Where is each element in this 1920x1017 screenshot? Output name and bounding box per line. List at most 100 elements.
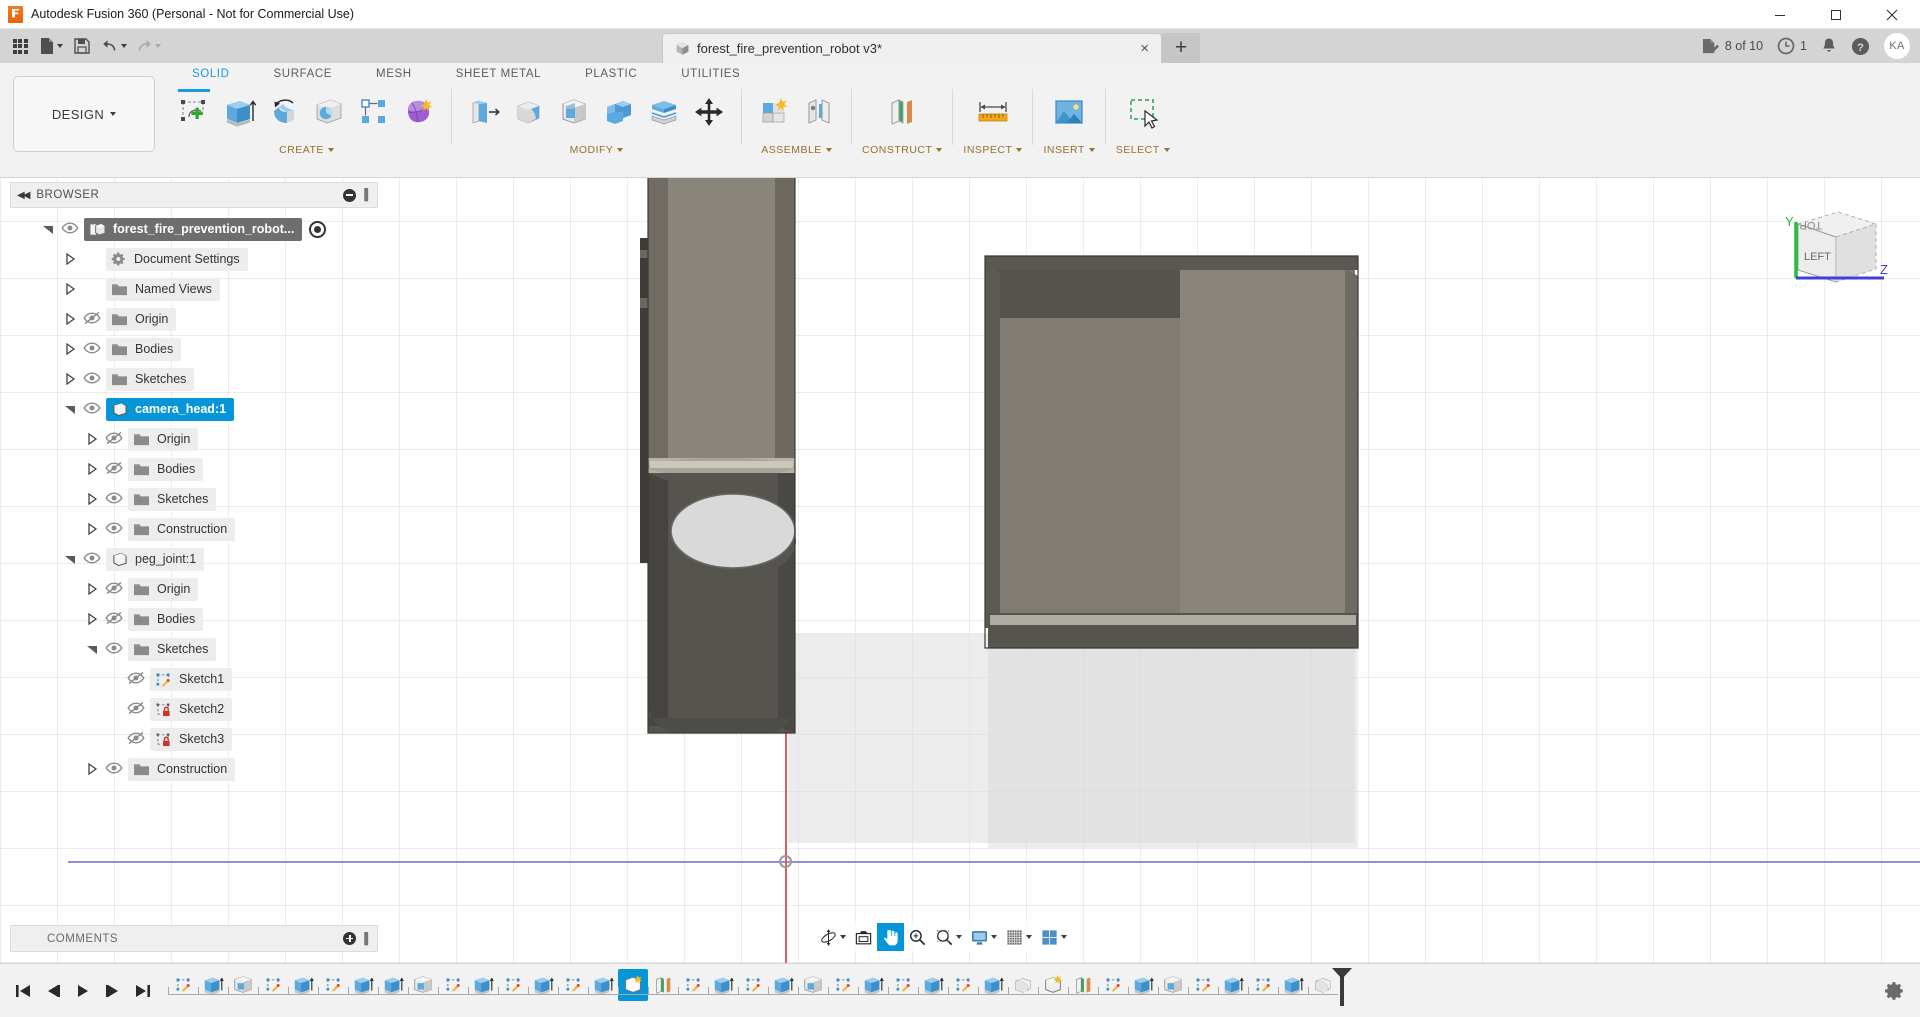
visibility-toggle[interactable] <box>122 701 150 718</box>
timeline-item[interactable] <box>1068 969 1098 1001</box>
create-sketch-icon[interactable] <box>172 89 216 143</box>
pattern-icon[interactable] <box>352 89 396 143</box>
tree-node[interactable]: Bodies <box>128 458 203 481</box>
ribbon-tab-utilities[interactable]: UTILITIES <box>659 64 762 84</box>
eye-visible-icon[interactable] <box>83 341 101 358</box>
tree-row[interactable]: Document Settings <box>10 244 378 274</box>
tree-node[interactable]: Sketches <box>106 368 194 391</box>
ribbon-panel-label-modify[interactable]: MODIFY <box>570 144 624 156</box>
tree-node[interactable]: Origin <box>128 578 198 601</box>
tree-node[interactable]: forest_fire_prevention_robot... <box>84 218 302 241</box>
tree-node[interactable]: Sketch2 <box>150 698 232 721</box>
timeline-item[interactable] <box>798 969 828 1001</box>
eye-hidden-icon[interactable] <box>105 611 123 628</box>
step-forward-icon[interactable] <box>100 976 126 1006</box>
timeline-item[interactable] <box>888 969 918 1001</box>
ribbon-tab-solid[interactable]: SOLID <box>170 64 252 84</box>
ribbon-tab-sheet-metal[interactable]: SHEET METAL <box>434 64 563 84</box>
combine-icon[interactable] <box>597 89 641 143</box>
ribbon-panel-label-assemble[interactable]: ASSEMBLE <box>761 144 832 156</box>
ribbon-tab-surface[interactable]: SURFACE <box>252 64 355 84</box>
timeline-item[interactable] <box>408 969 438 1001</box>
expand-arrow-icon[interactable] <box>84 484 100 514</box>
tree-row[interactable]: Sketches <box>10 364 378 394</box>
eye-visible-icon[interactable] <box>83 371 101 388</box>
expand-arrow-icon[interactable] <box>62 364 78 394</box>
tree-node[interactable]: Named Views <box>106 278 220 301</box>
tree-row[interactable]: Sketches <box>10 484 378 514</box>
eye-visible-icon[interactable] <box>83 401 101 418</box>
ribbon-panel-label-inspect[interactable]: INSPECT <box>963 144 1022 156</box>
eye-visible-icon[interactable] <box>105 491 123 508</box>
workspace-switcher[interactable]: DESIGN <box>13 76 155 152</box>
tree-node[interactable]: Origin <box>128 428 198 451</box>
expand-arrow-icon[interactable] <box>62 334 78 364</box>
tree-row[interactable]: Construction <box>10 514 378 544</box>
visibility-toggle[interactable] <box>100 611 128 628</box>
help-button[interactable]: ? <box>1851 37 1870 56</box>
tree-row[interactable]: Sketch3 <box>10 724 378 754</box>
timeline-item[interactable] <box>528 969 558 1001</box>
tree-row[interactable]: Sketch2 <box>10 694 378 724</box>
visibility-toggle[interactable] <box>100 521 128 538</box>
visibility-toggle[interactable] <box>100 761 128 778</box>
offset-face-icon[interactable] <box>642 89 686 143</box>
joint-icon[interactable] <box>797 89 841 143</box>
view-cube[interactable]: TOP LEFT Y Z <box>1772 190 1892 300</box>
notifications-button[interactable] <box>1821 37 1837 55</box>
tree-row[interactable]: Named Views <box>10 274 378 304</box>
eye-hidden-icon[interactable] <box>127 731 145 748</box>
app-grid-icon[interactable] <box>6 32 34 60</box>
circle-minus-icon[interactable] <box>343 189 356 202</box>
timeline-item[interactable] <box>168 969 198 1001</box>
eye-hidden-icon[interactable] <box>127 701 145 718</box>
look-at-button[interactable] <box>850 923 877 951</box>
tree-row[interactable]: Origin <box>10 424 378 454</box>
timeline-item[interactable] <box>498 969 528 1001</box>
tree-node[interactable]: camera_head:1 <box>106 398 234 421</box>
timeline-item[interactable] <box>918 969 948 1001</box>
timeline-item[interactable] <box>1188 969 1218 1001</box>
timeline-item[interactable] <box>198 969 228 1001</box>
revolve-icon[interactable] <box>262 89 306 143</box>
visibility-toggle[interactable] <box>100 461 128 478</box>
expand-arrow-icon[interactable] <box>84 424 100 454</box>
tree-row[interactable]: camera_head:1 <box>10 394 378 424</box>
expand-arrow-icon[interactable] <box>84 454 100 484</box>
eye-visible-icon[interactable] <box>105 521 123 538</box>
expand-arrow-icon[interactable] <box>84 754 100 784</box>
extrude-icon[interactable] <box>217 89 261 143</box>
collapse-arrow-icon[interactable] <box>62 394 78 424</box>
document-tab[interactable]: forest_fire_prevention_robot v3* × <box>662 33 1162 63</box>
timeline-item[interactable] <box>558 969 588 1001</box>
new-component-icon[interactable] <box>752 89 796 143</box>
timeline-item[interactable] <box>1248 969 1278 1001</box>
timeline-item[interactable] <box>828 969 858 1001</box>
close-icon[interactable]: × <box>1136 41 1153 56</box>
tree-row[interactable]: Bodies <box>10 604 378 634</box>
new-tab-button[interactable]: + <box>1162 33 1200 63</box>
eye-hidden-icon[interactable] <box>127 671 145 688</box>
tree-row[interactable]: Construction <box>10 754 378 784</box>
timeline-item[interactable] <box>228 969 258 1001</box>
activate-component-radio[interactable] <box>309 221 326 238</box>
ribbon-panel-label-create[interactable]: CREATE <box>279 144 334 156</box>
timeline-item[interactable] <box>708 969 738 1001</box>
timeline-item[interactable] <box>588 969 618 1001</box>
history-button[interactable]: 1 <box>1777 37 1807 55</box>
ribbon-panel-label-construct[interactable]: CONSTRUCT <box>862 144 942 156</box>
timeline-item[interactable] <box>648 969 678 1001</box>
undo-icon[interactable] <box>98 32 130 60</box>
measure-icon[interactable] <box>971 89 1015 143</box>
tree-row[interactable]: forest_fire_prevention_robot... <box>10 214 378 244</box>
timeline-item[interactable] <box>1218 969 1248 1001</box>
timeline-item[interactable] <box>678 969 708 1001</box>
go-to-end-icon[interactable] <box>130 976 156 1006</box>
visibility-toggle[interactable] <box>78 341 106 358</box>
tree-node[interactable]: Sketch1 <box>150 668 232 691</box>
fillet-icon[interactable] <box>507 89 551 143</box>
visibility-toggle[interactable] <box>78 311 106 328</box>
ribbon-panel-label-insert[interactable]: INSERT <box>1043 144 1094 156</box>
move-copy-icon[interactable] <box>687 89 731 143</box>
go-to-beginning-icon[interactable] <box>10 976 36 1006</box>
